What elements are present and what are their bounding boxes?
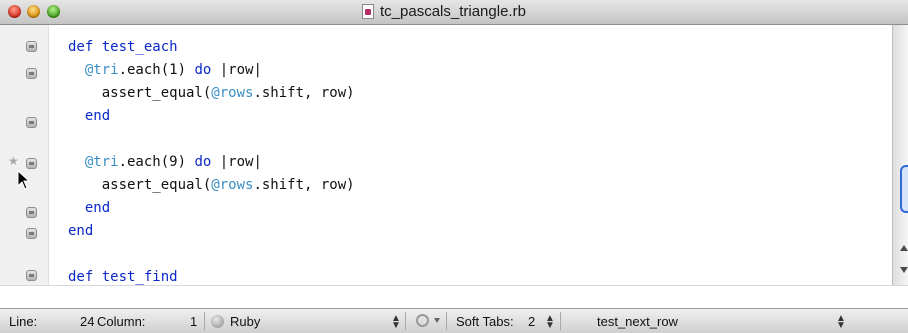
fold-icon[interactable] [26,68,37,79]
close-button[interactable] [8,5,21,18]
instance-variable-token: @rows [211,177,254,193]
code-line[interactable]: def test_each [68,38,178,56]
fold-icon[interactable] [26,270,37,281]
symbol-selector[interactable]: test_next_row [597,314,678,330]
keyword-token: def test_find [68,269,178,285]
divider [446,312,447,330]
keyword-token: end [84,108,111,124]
line-number: 24 [80,314,95,329]
language-updown-icon[interactable]: ▲ ▼ [391,314,401,331]
window-title: tc_pascals_triangle.rb [380,3,526,20]
keyword-token: do [194,62,212,78]
fold-icon[interactable] [26,228,37,239]
title-bar: tc_pascals_triangle.rb [0,0,908,25]
fold-icon[interactable] [26,158,37,169]
zoom-button[interactable] [47,5,60,18]
ruby-document-icon[interactable] [362,4,374,19]
soft-tabs-label[interactable]: Soft Tabs: [456,314,514,330]
code-line[interactable]: end [68,107,110,125]
keyword-token: end [68,223,94,239]
divider [560,312,561,330]
fold-icon[interactable] [26,207,37,218]
horizontal-scroll-area [0,285,908,309]
code-line[interactable]: @tri.each(9) do |row| [68,153,262,171]
code-line[interactable]: def test_find [68,268,178,286]
gear-icon[interactable] [416,314,429,327]
language-selector[interactable]: Ruby [230,314,260,330]
instance-variable-token: @rows [211,85,254,101]
code-line[interactable]: assert_equal(@rows.shift, row) [68,176,355,194]
code-token: |row| [211,154,262,170]
code-token: |row| [211,62,262,78]
divider [405,312,406,330]
fold-icon[interactable] [26,41,37,52]
code-token: .shift, row) [253,85,355,101]
tab-size-updown-icon[interactable]: ▲ ▼ [545,314,555,331]
code-token: .each(9) [118,154,195,170]
code-line[interactable]: assert_equal(@rows.shift, row) [68,84,355,102]
column-label: Column: [97,314,146,329]
soft-tabs-value[interactable]: 2 [528,314,535,330]
mouse-cursor-icon [17,170,31,190]
keyword-token: do [194,154,212,170]
code-token: assert_equal( [101,85,212,101]
fold-icon[interactable] [26,117,37,128]
dropdown-arrow-icon[interactable] [434,318,440,323]
line-label: Line: [9,314,38,329]
code-token: assert_equal( [101,177,212,193]
keyword-token: def test_each [68,39,178,55]
column-number: 1 [190,314,198,329]
language-icon[interactable] [211,315,224,328]
instance-variable-token: @tri [84,62,119,78]
scrollbar-thumb[interactable] [900,165,908,213]
code-token: .each(1) [118,62,195,78]
keyword-token: end [84,200,111,216]
bookmark-star-icon[interactable]: ★ [8,155,19,167]
code-token: .shift, row) [253,177,355,193]
status-bar: Line: 24 Column: 1 Ruby ▲ ▼ Soft Tabs: 2 … [0,308,908,333]
symbol-updown-icon[interactable]: ▲ ▼ [836,314,846,331]
instance-variable-token: @tri [84,154,119,170]
scroll-up-arrow-icon[interactable] [900,245,908,251]
scroll-down-arrow-icon[interactable] [900,267,908,273]
minimize-button[interactable] [27,5,40,18]
code-line[interactable]: end [68,199,110,217]
code-line[interactable]: end [68,222,93,240]
divider [204,312,205,330]
code-line[interactable]: @tri.each(1) do |row| [68,61,262,79]
